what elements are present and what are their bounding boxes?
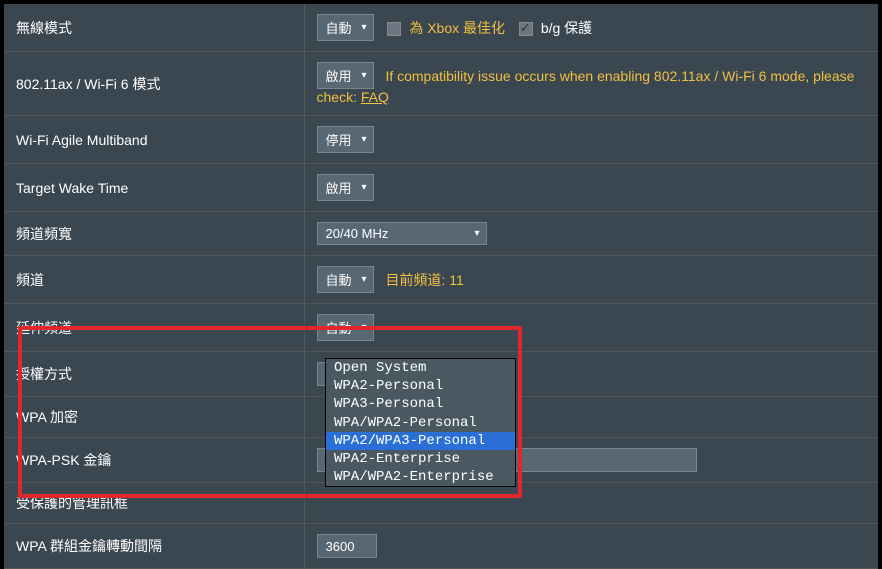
chevron-down-icon: ▾ bbox=[362, 182, 367, 193]
select-wireless-mode[interactable]: 自動▾ bbox=[317, 14, 374, 41]
chevron-down-icon: ▾ bbox=[362, 134, 367, 145]
label-wireless-mode: 無線模式 bbox=[4, 4, 304, 52]
chevron-down-icon: ▾ bbox=[362, 70, 367, 81]
label-80211ax-mode: 802.11ax / Wi-Fi 6 模式 bbox=[4, 52, 304, 116]
faq-link[interactable]: FAQ bbox=[361, 89, 389, 105]
select-agile-multiband[interactable]: 停用▾ bbox=[317, 126, 374, 153]
chevron-down-icon: ▾ bbox=[474, 228, 479, 239]
label-channel-bandwidth: 頻道頻寬 bbox=[4, 212, 304, 256]
auth-option[interactable]: WPA/WPA2-Personal bbox=[326, 414, 515, 432]
auth-method-dropdown[interactable]: Open SystemWPA2-PersonalWPA3-PersonalWPA… bbox=[325, 358, 516, 487]
ax-compat-note: If compatibility issue occurs when enabl… bbox=[317, 68, 855, 105]
auth-option[interactable]: WPA2/WPA3-Personal bbox=[326, 432, 515, 450]
auth-option[interactable]: Open System bbox=[326, 359, 515, 377]
label-bg-protection: b/g 保護 bbox=[541, 20, 592, 36]
auth-option[interactable]: WPA2-Personal bbox=[326, 377, 515, 395]
select-channel-bandwidth[interactable]: 20/40 MHz▾ bbox=[317, 222, 487, 245]
current-channel-note: 目前頻道: 11 bbox=[385, 272, 463, 288]
select-80211ax-mode[interactable]: 啟用▾ bbox=[317, 62, 374, 89]
label-group-key-rotation: WPA 群組金鑰轉動間隔 bbox=[4, 524, 304, 569]
label-wpa-encryption: WPA 加密 bbox=[4, 397, 304, 438]
auth-option[interactable]: WPA/WPA2-Enterprise bbox=[326, 468, 515, 486]
auth-option[interactable]: WPA2-Enterprise bbox=[326, 450, 515, 468]
select-channel[interactable]: 自動▾ bbox=[317, 266, 374, 293]
label-target-wake-time: Target Wake Time bbox=[4, 164, 304, 212]
input-group-key-rotation[interactable] bbox=[317, 534, 377, 558]
label-extension-channel: 延伸頻道 bbox=[4, 304, 304, 352]
auth-option[interactable]: WPA3-Personal bbox=[326, 395, 515, 413]
chevron-down-icon: ▾ bbox=[362, 274, 367, 285]
label-channel: 頻道 bbox=[4, 256, 304, 304]
chevron-down-icon: ▾ bbox=[362, 322, 367, 333]
checkbox-bg-protection[interactable] bbox=[519, 22, 533, 36]
label-agile-multiband: Wi-Fi Agile Multiband bbox=[4, 116, 304, 164]
select-target-wake-time[interactable]: 啟用▾ bbox=[317, 174, 374, 201]
label-xbox-optimized: 為 Xbox 最佳化 bbox=[409, 20, 505, 36]
label-auth-method: 授權方式 bbox=[4, 352, 304, 397]
label-protected-mgmt-frames: 受保護的管理訊框 bbox=[4, 483, 304, 524]
chevron-down-icon: ▾ bbox=[362, 22, 367, 33]
select-extension-channel[interactable]: 自動▾ bbox=[317, 314, 374, 341]
label-wpa-psk-key: WPA-PSK 金鑰 bbox=[4, 438, 304, 483]
checkbox-xbox-optimized[interactable] bbox=[387, 22, 401, 36]
